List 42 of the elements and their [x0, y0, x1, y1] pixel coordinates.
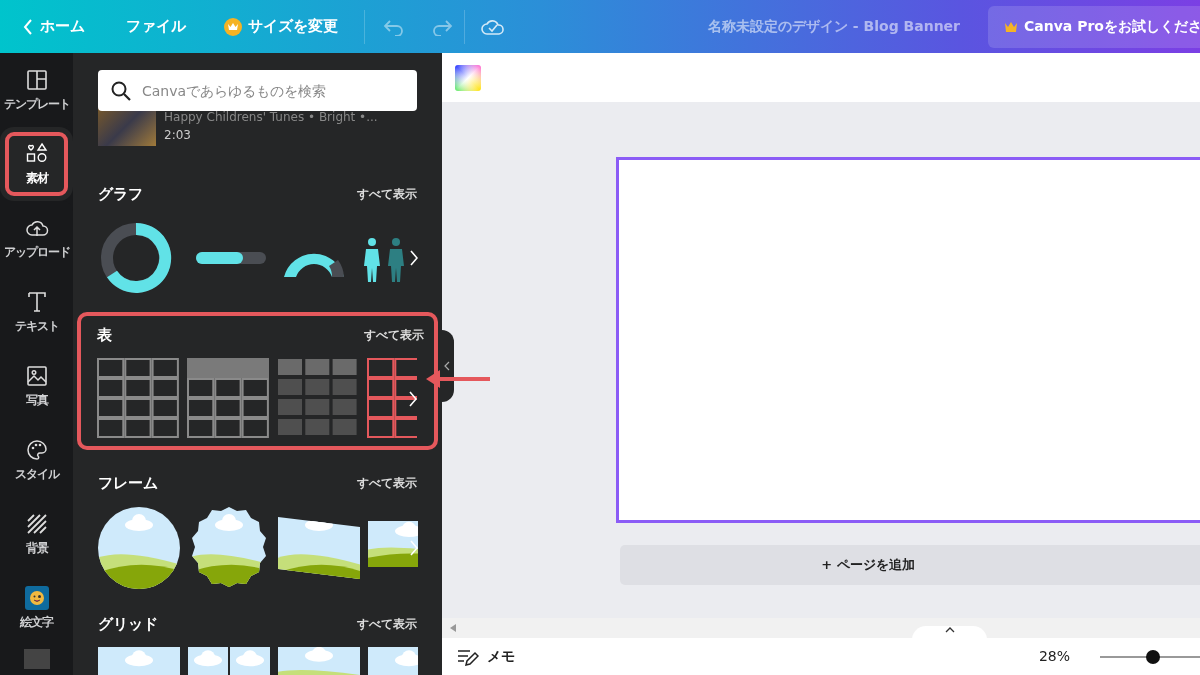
grid-drawing[interactable] [188, 647, 270, 675]
audio-duration: 2:03 [164, 127, 192, 143]
chevron-right-icon [407, 389, 417, 408]
color-picker-icon[interactable] [455, 64, 481, 91]
chevron-right-icon [408, 249, 418, 267]
template-icon [24, 67, 49, 92]
chevron-right-icon [408, 539, 418, 557]
palette-icon [24, 437, 49, 462]
see-all-link[interactable]: すべて表示 [357, 185, 417, 204]
see-all-link[interactable]: すべて表示 [364, 325, 424, 344]
crown-icon [224, 17, 242, 36]
section-title: グリッド [98, 613, 158, 635]
slider-thumb[interactable] [1146, 649, 1160, 664]
chevron-up-icon [944, 626, 955, 634]
section-title: 表 [97, 324, 112, 346]
see-all-link[interactable]: すべて表示 [357, 614, 417, 633]
thumbnail-placeholder [23, 649, 50, 669]
emoji-icon [24, 585, 49, 610]
add-page-button[interactable]: + ページを追加 [620, 545, 1200, 585]
table-icon[interactable] [187, 358, 269, 438]
scroll-left-icon[interactable] [450, 624, 456, 632]
expand-pages-tab[interactable] [912, 626, 987, 640]
chevron-left-icon [444, 361, 450, 371]
section-title: グラフ [98, 184, 143, 205]
see-all-link[interactable]: すべて表示 [357, 474, 417, 493]
search-field[interactable]: Canvaであらゆるものを検索 [98, 70, 417, 111]
section-title: フレーム [98, 473, 158, 494]
table-icon[interactable] [97, 358, 179, 438]
audio-title: Happy Childrens' Tunes • Bright •... [164, 110, 378, 124]
image-icon [24, 363, 49, 388]
table-icon[interactable] [277, 358, 359, 438]
notes-button[interactable]: メモ [457, 646, 515, 667]
crown-icon [1004, 20, 1018, 33]
zoom-percentage: 28% [1038, 647, 1070, 666]
collapse-handle[interactable] [440, 330, 454, 402]
try-pro-button[interactable]: Canva Proをお試しくださ [988, 5, 1200, 48]
sidebar-tab[interactable]: 素材 [0, 127, 73, 201]
design-page[interactable] [616, 157, 1200, 523]
table-icon[interactable] [367, 358, 417, 438]
back-chevron-icon [22, 17, 34, 36]
design-title: 名称未設定のデザイン - Blog Banner [708, 17, 960, 36]
notes-icon [457, 647, 479, 666]
